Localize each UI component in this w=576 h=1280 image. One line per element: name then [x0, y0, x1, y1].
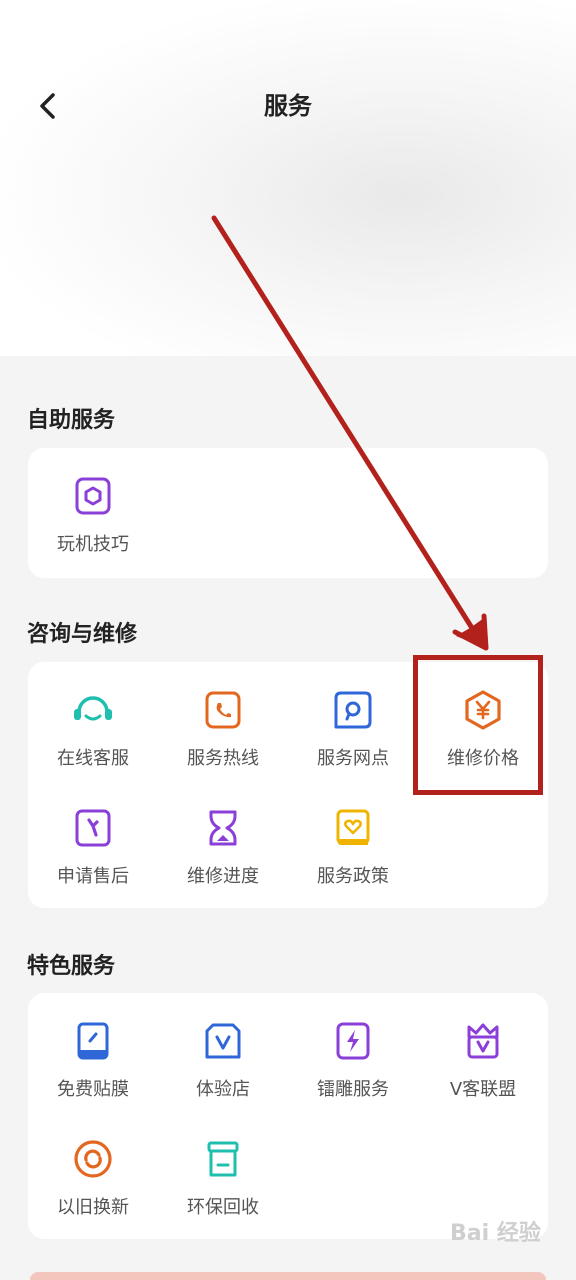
service-item-experience-store[interactable]: 体验店: [158, 1009, 288, 1109]
service-item-label: 申请售后: [57, 866, 129, 887]
self-service-card: 玩机技巧: [28, 448, 548, 578]
policy-icon: [331, 806, 375, 850]
service-item-label: 体验店: [196, 1079, 250, 1100]
service-item-service-outlets[interactable]: 服务网点: [288, 678, 418, 778]
service-item-label: 服务政策: [317, 866, 389, 887]
tips-icon: [71, 474, 115, 518]
top-bar: 服务: [0, 70, 576, 140]
recycle-bin-icon: [201, 1137, 245, 1181]
hourglass-icon: [201, 806, 245, 850]
service-item-label: 以旧换新: [57, 1197, 129, 1218]
phone-icon: [201, 688, 245, 732]
service-item-label: 玩机技巧: [57, 534, 129, 555]
service-item-label: 镭雕服务: [317, 1079, 389, 1100]
service-item-v-alliance[interactable]: V客联盟: [418, 1009, 548, 1109]
service-item-free-film[interactable]: 免费贴膜: [28, 1009, 158, 1109]
location-icon: [331, 688, 375, 732]
wrench-icon: [71, 806, 115, 850]
service-item-label: 服务热线: [187, 748, 259, 769]
service-item-label: 环保回收: [187, 1197, 259, 1218]
service-item-online-support[interactable]: 在线客服: [28, 678, 158, 778]
bottom-banner-edge: [30, 1272, 546, 1280]
screen-film-icon: [71, 1019, 115, 1063]
laser-engrave-icon: [331, 1019, 375, 1063]
header-background: [0, 0, 576, 356]
trade-in-icon: [71, 1137, 115, 1181]
service-item-trade-in[interactable]: 以旧换新: [28, 1127, 158, 1227]
section-title-featured: 特色服务: [27, 954, 116, 979]
service-item-label: 维修进度: [187, 866, 259, 887]
service-item-label: 在线客服: [57, 748, 129, 769]
service-item-after-sales[interactable]: 申请售后: [28, 796, 158, 896]
section-title-self-service: 自助服务: [27, 408, 116, 433]
service-item-repair-progress[interactable]: 维修进度: [158, 796, 288, 896]
section-title-consult-repair: 咨询与维修: [27, 622, 138, 647]
crown-icon: [461, 1019, 505, 1063]
store-icon: [201, 1019, 245, 1063]
watermark: Bai 经验: [450, 1221, 541, 1246]
service-item-eco-recycle[interactable]: 环保回收: [158, 1127, 288, 1227]
service-item-laser-engraving[interactable]: 镭雕服务: [288, 1009, 418, 1109]
service-item-label: 免费贴膜: [57, 1079, 129, 1100]
service-item-label: V客联盟: [449, 1079, 517, 1100]
page-title: 服务: [264, 92, 312, 120]
annotation-highlight-box: [413, 655, 543, 795]
service-item-label: 服务网点: [317, 748, 389, 769]
service-item-tips[interactable]: 玩机技巧: [28, 464, 158, 564]
service-item-hotline[interactable]: 服务热线: [158, 678, 288, 778]
featured-card: 免费贴膜 体验店 镭雕服务 V客联盟 以旧换新 环保回收: [28, 993, 548, 1239]
headset-icon: [71, 688, 115, 732]
service-item-service-policy[interactable]: 服务政策: [288, 796, 418, 896]
